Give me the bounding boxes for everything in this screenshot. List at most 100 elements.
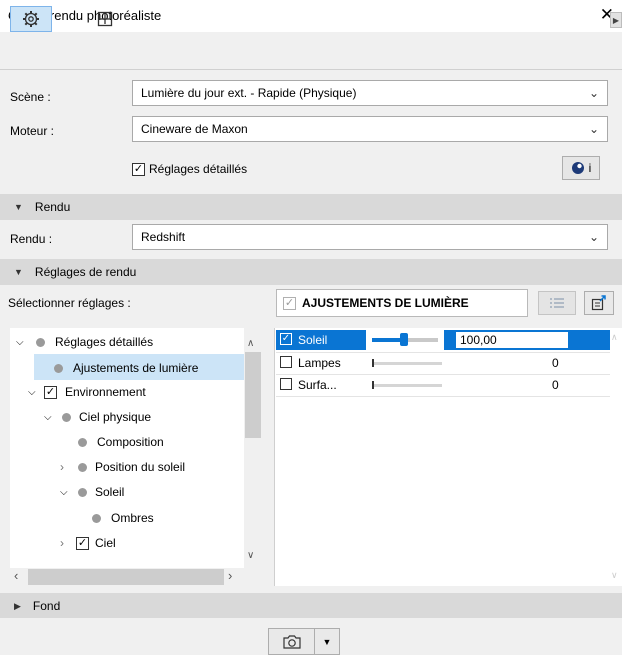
tree-item-sun[interactable]: ⌵ Soleil	[60, 480, 124, 504]
collapse-triangle-icon: ▼	[14, 267, 23, 277]
toolbar	[0, 32, 622, 70]
tree-item-sun-position[interactable]: › Position du soleil	[60, 455, 185, 479]
tree-item-detailed-settings[interactable]: ⌵ Réglages détaillés	[16, 330, 153, 354]
scroll-right-icon[interactable]: ›	[228, 568, 232, 583]
tree-item-label: Position du soleil	[95, 460, 186, 474]
tree-item-light-adjustments[interactable]: Ajustements de lumière	[54, 356, 198, 380]
scroll-down-icon[interactable]: ∨	[611, 570, 618, 581]
tree-item-composition[interactable]: Composition	[78, 430, 164, 454]
light-value-input[interactable]: 100,00	[456, 332, 568, 348]
render-button-group[interactable]: ▼	[268, 628, 340, 655]
scene-value: Lumière du jour ext. - Rapide (Physique)	[141, 86, 357, 100]
light-slider-handle[interactable]	[372, 359, 374, 367]
render-options-dropdown[interactable]: ▼	[315, 629, 339, 654]
render-photo-button[interactable]	[269, 629, 315, 654]
detailed-settings-label: Réglages détaillés	[149, 162, 248, 176]
section-rendu[interactable]: ▼ Rendu	[0, 194, 622, 220]
chevron-down-icon[interactable]: ⌵	[60, 487, 72, 498]
camera-icon	[282, 634, 301, 649]
light-checkbox[interactable]	[280, 356, 292, 368]
section-render-settings-label: Réglages de rendu	[34, 265, 137, 279]
light-row-lampes[interactable]: Lampes 0	[276, 353, 610, 373]
tree-item-label: Soleil	[95, 485, 125, 499]
bullet-icon	[92, 513, 101, 523]
checkbox-checked[interactable]: ✓	[132, 162, 145, 176]
light-checkbox[interactable]	[280, 378, 292, 390]
chevron-down-icon[interactable]: ⌵	[16, 337, 30, 348]
engine-select[interactable]: Cineware de Maxon ⌄	[132, 116, 608, 142]
scroll-up-icon[interactable]: ∧	[247, 338, 254, 349]
checkbox-checked[interactable]: ✓	[76, 536, 89, 550]
section-fond[interactable]: ▶ Fond	[0, 593, 622, 619]
cinema4d-icon	[571, 162, 584, 174]
scroll-up-icon[interactable]: ∧	[611, 332, 618, 343]
row-divider	[276, 396, 610, 397]
tree-item-shadows[interactable]: Ombres	[92, 506, 154, 530]
row-divider	[276, 374, 610, 375]
tree-vertical-scroll-thumb[interactable]	[245, 352, 261, 438]
bullet-icon	[36, 337, 45, 347]
adjustments-checkbox[interactable]: ✓	[283, 296, 296, 310]
adjustments-title: AJUSTEMENTS DE LUMIÈRE	[302, 296, 469, 310]
light-name: Lampes	[298, 356, 341, 370]
info-icon: i	[588, 161, 592, 175]
light-name: Surfa...	[298, 378, 337, 392]
light-list-scrollbar[interactable]	[610, 328, 622, 586]
rendu-label: Rendu :	[10, 232, 53, 246]
tree-item-label: Ciel physique	[79, 410, 152, 424]
light-slider-handle[interactable]	[372, 381, 374, 389]
tree-item-label: Ajustements de lumière	[73, 361, 199, 375]
section-fond-label: Fond	[32, 599, 61, 613]
bullet-icon	[78, 487, 87, 497]
tree-item-environment[interactable]: ⌵ ✓ Environnement	[28, 380, 146, 404]
scroll-left-icon[interactable]: ‹	[14, 568, 18, 583]
toolbar-expand-button[interactable]: ▶	[610, 12, 622, 28]
chevron-right-icon[interactable]: ›	[60, 536, 72, 550]
cineware-info-button[interactable]: i	[562, 156, 600, 180]
section-rendu-label: Rendu	[34, 200, 71, 214]
light-checkbox[interactable]: ✓	[280, 333, 292, 345]
engine-value: Cineware de Maxon	[141, 122, 248, 136]
chevron-down-icon: ⌄	[588, 86, 599, 100]
checkbox-checked[interactable]: ✓	[44, 385, 57, 399]
rendu-select[interactable]: Redshift ⌄	[132, 224, 608, 250]
scroll-down-icon[interactable]: ∨	[247, 550, 254, 561]
settings-tab-button[interactable]	[10, 6, 52, 32]
adjustments-header: ✓ AJUSTEMENTS DE LUMIÈRE	[276, 289, 528, 317]
gear-icon	[23, 11, 39, 27]
caret-down-icon: ▼	[322, 636, 332, 647]
light-slider-track[interactable]	[372, 362, 442, 365]
light-row-soleil[interactable]: ✓ Soleil 100,00	[276, 330, 610, 350]
tree-item-physical-sky[interactable]: ⌵ Ciel physique	[44, 405, 151, 429]
light-value[interactable]: 0	[552, 356, 559, 370]
rendu-value: Redshift	[141, 230, 186, 244]
light-name: Soleil	[298, 333, 328, 347]
chevron-down-icon[interactable]: ⌵	[28, 387, 40, 398]
tree-item-sky[interactable]: › ✓ Ciel	[60, 531, 116, 555]
section-render-settings[interactable]: ▼ Réglages de rendu	[0, 259, 622, 285]
light-slider-track[interactable]	[372, 384, 442, 387]
chevron-right-icon[interactable]: ›	[60, 460, 72, 474]
tree-horizontal-scroll-thumb[interactable]	[28, 569, 224, 585]
light-slider-handle[interactable]	[400, 333, 408, 346]
row-divider	[276, 352, 610, 353]
scroll-corner	[244, 568, 262, 586]
bullet-icon	[78, 462, 87, 472]
tree-item-label: Ombres	[111, 511, 154, 525]
chevron-down-icon[interactable]: ⌵	[44, 412, 56, 423]
expand-triangle-icon: ▶	[14, 600, 21, 611]
select-settings-label: Sélectionner réglages :	[8, 296, 131, 310]
scene-select[interactable]: Lumière du jour ext. - Rapide (Physique)…	[132, 80, 608, 106]
light-slider-fill	[372, 338, 402, 342]
light-value[interactable]: 0	[552, 378, 559, 392]
tree-item-label: Réglages détaillés	[55, 335, 154, 349]
tree-item-label: Environnement	[65, 385, 146, 399]
light-row-surfaces[interactable]: Surfa... 0	[276, 375, 610, 395]
detailed-settings-checkbox[interactable]: ✓ Réglages détaillés	[132, 162, 247, 176]
export-button[interactable]	[584, 291, 614, 315]
frame-tab-button[interactable]	[90, 6, 120, 32]
list-icon	[550, 298, 564, 308]
list-view-button[interactable]	[538, 291, 576, 315]
scene-label: Scène :	[10, 90, 51, 104]
bullet-icon	[78, 437, 87, 447]
